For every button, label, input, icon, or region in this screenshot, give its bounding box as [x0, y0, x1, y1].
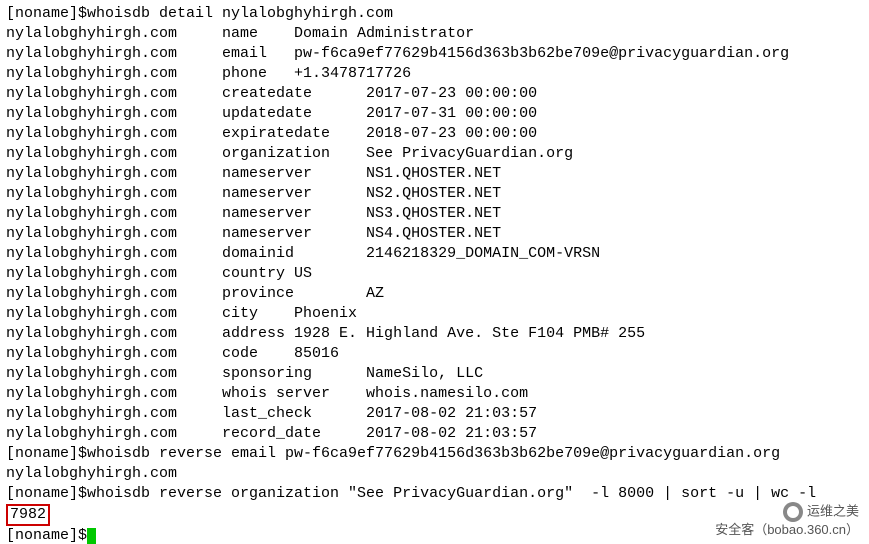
whois-row: nylalobghyhirgh.com name Domain Administ… — [6, 24, 863, 44]
highlight-box: 7982 — [6, 504, 50, 526]
whois-row: nylalobghyhirgh.com createdate 2017-07-2… — [6, 84, 863, 104]
prompt-ready[interactable]: [noname]$ — [6, 526, 863, 544]
result-reverse-email: nylalobghyhirgh.com — [6, 464, 863, 484]
whois-row: nylalobghyhirgh.com country US — [6, 264, 863, 284]
whois-row: nylalobghyhirgh.com address 1928 E. High… — [6, 324, 863, 344]
whois-row: nylalobghyhirgh.com organization See Pri… — [6, 144, 863, 164]
whois-row: nylalobghyhirgh.com phone +1.3478717726 — [6, 64, 863, 84]
whois-row: nylalobghyhirgh.com nameserver NS2.QHOST… — [6, 184, 863, 204]
cmd-detail: [noname]$whoisdb detail nylalobghyhirgh.… — [6, 4, 863, 24]
result-reverse-org: 7982 — [6, 504, 863, 526]
whois-row: nylalobghyhirgh.com nameserver NS1.QHOST… — [6, 164, 863, 184]
whois-row: nylalobghyhirgh.com email pw-f6ca9ef7762… — [6, 44, 863, 64]
whois-row: nylalobghyhirgh.com sponsoring NameSilo,… — [6, 364, 863, 384]
whois-row: nylalobghyhirgh.com updatedate 2017-07-3… — [6, 104, 863, 124]
cmd-reverse-org: [noname]$whoisdb reverse organization "S… — [6, 484, 863, 504]
whois-row: nylalobghyhirgh.com nameserver NS4.QHOST… — [6, 224, 863, 244]
whois-row: nylalobghyhirgh.com code 85016 — [6, 344, 863, 364]
whois-row: nylalobghyhirgh.com province AZ — [6, 284, 863, 304]
whois-row: nylalobghyhirgh.com city Phoenix — [6, 304, 863, 324]
cmd-reverse-email: [noname]$whoisdb reverse email pw-f6ca9e… — [6, 444, 863, 464]
whois-row: nylalobghyhirgh.com domainid 2146218329_… — [6, 244, 863, 264]
whois-row: nylalobghyhirgh.com whois server whois.n… — [6, 384, 863, 404]
whois-row: nylalobghyhirgh.com last_check 2017-08-0… — [6, 404, 863, 424]
whois-row: nylalobghyhirgh.com expiratedate 2018-07… — [6, 124, 863, 144]
whois-row: nylalobghyhirgh.com record_date 2017-08-… — [6, 424, 863, 444]
whois-row: nylalobghyhirgh.com nameserver NS3.QHOST… — [6, 204, 863, 224]
terminal[interactable]: [noname]$whoisdb detail nylalobghyhirgh.… — [0, 0, 869, 544]
cursor — [87, 528, 96, 544]
